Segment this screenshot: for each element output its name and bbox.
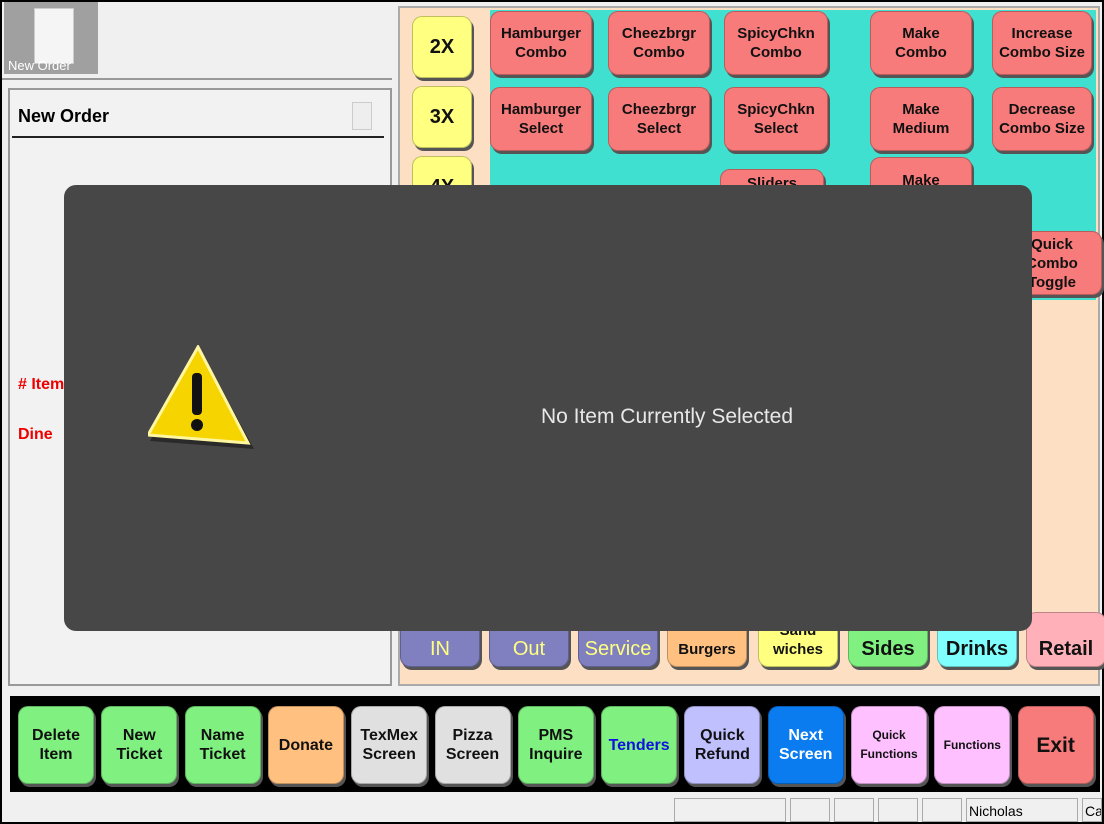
multiplier-3x-button[interactable]: 3X: [412, 86, 472, 148]
menu-button[interactable]: SpicyChkn Select: [724, 87, 828, 151]
function-button[interactable]: Exit: [1017, 706, 1094, 784]
item-count-label: # Item: [18, 376, 65, 393]
new-order-tab[interactable]: New Order: [4, 2, 98, 74]
tab-label: New Order: [8, 58, 71, 73]
multiplier-2x-button[interactable]: 2X: [412, 16, 472, 78]
function-button[interactable]: Functions: [934, 706, 1011, 784]
function-button[interactable]: Donate: [267, 706, 344, 784]
menu-button[interactable]: Increase Combo Size: [992, 11, 1092, 75]
function-button[interactable]: Name Ticket: [184, 706, 261, 784]
menu-button[interactable]: Cheezbrgr Select: [608, 87, 710, 151]
document-icon: [34, 8, 74, 64]
menu-button[interactable]: Make Combo: [870, 11, 972, 75]
category-tab[interactable]: Retail: [1026, 612, 1104, 667]
divider: [2, 78, 392, 80]
divider: [12, 136, 384, 138]
user-name: Nicholas: [966, 798, 1078, 822]
ticket-icon[interactable]: [352, 102, 372, 130]
function-button[interactable]: Pizza Screen: [434, 706, 511, 784]
dine-label: Dine: [18, 426, 53, 443]
status-bar: Nicholas Ca: [2, 798, 1102, 822]
alert-dialog[interactable]: No Item Currently Selected: [64, 185, 1032, 631]
menu-button[interactable]: SpicyChkn Combo: [724, 11, 828, 75]
order-title: New Order: [18, 106, 110, 126]
dialog-message: No Item Currently Selected: [540, 405, 794, 428]
menu-button[interactable]: Decrease Combo Size: [992, 87, 1092, 151]
menu-button[interactable]: Hamburger Select: [490, 87, 592, 151]
warning-icon: [148, 345, 254, 449]
function-button[interactable]: New Ticket: [101, 706, 178, 784]
function-button[interactable]: Tenders: [601, 706, 678, 784]
function-button[interactable]: Quick Functions: [851, 706, 927, 784]
function-button[interactable]: TexMex Screen: [351, 706, 428, 784]
menu-button[interactable]: Make Medium: [870, 87, 972, 151]
function-button[interactable]: Delete Item: [18, 706, 94, 784]
function-button[interactable]: PMS Inquire: [517, 706, 594, 784]
menu-button[interactable]: Hamburger Combo: [490, 11, 592, 75]
function-button[interactable]: Quick Refund: [684, 706, 761, 784]
status-field: Ca: [1082, 798, 1102, 822]
function-button[interactable]: Next Screen: [767, 706, 844, 784]
menu-button[interactable]: Cheezbrgr Combo: [608, 11, 710, 75]
